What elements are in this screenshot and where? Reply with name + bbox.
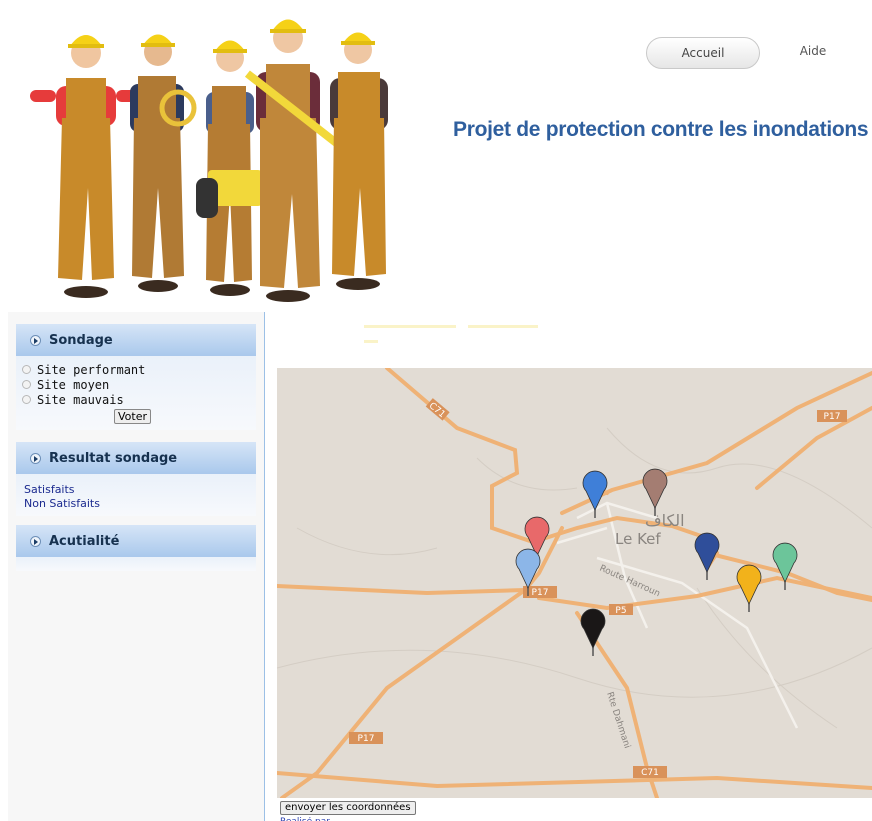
- poll-option: Site moyen: [16, 377, 256, 392]
- workers-illustration: [30, 19, 388, 302]
- road-label: C71: [641, 768, 659, 778]
- poll-body: Site performant Site moyen Site mauvais …: [16, 356, 256, 430]
- worker-figure: [330, 32, 388, 290]
- nav-help-link[interactable]: Aide: [788, 44, 838, 62]
- vote-button[interactable]: Voter: [114, 409, 152, 424]
- news-panel: Acutialité: [16, 525, 256, 571]
- worker-figure: [30, 35, 140, 298]
- road-shield: P5: [609, 604, 633, 616]
- results-panel-header: Resultat sondage: [16, 442, 256, 474]
- poll-radio-mauvais[interactable]: [22, 395, 31, 404]
- results-panel: Resultat sondage Satisfaits Non Satisfai…: [16, 442, 256, 516]
- poll-panel-header: Sondage: [16, 324, 256, 356]
- nav-home-button[interactable]: Accueil: [646, 37, 760, 69]
- poll-panel: Sondage Site performant Site moyen Site …: [16, 324, 256, 430]
- result-item: Non Satisfaits: [16, 496, 256, 510]
- arrow-bullet-icon: [30, 452, 41, 464]
- decorative-line: [468, 325, 538, 328]
- result-item: Satisfaits: [16, 482, 256, 496]
- poll-radio-moyen[interactable]: [22, 380, 31, 389]
- poll-title: Sondage: [49, 332, 113, 348]
- send-coordinates-button[interactable]: envoyer les coordonnées: [280, 801, 416, 815]
- city-label-arabic: الكاف: [645, 511, 685, 530]
- sidebar: Sondage Site performant Site moyen Site …: [8, 312, 265, 821]
- road-shield: P17: [817, 410, 847, 422]
- news-body: [16, 557, 256, 571]
- arrow-bullet-icon: [30, 535, 41, 547]
- road-label: P17: [824, 412, 841, 422]
- road-shield: C71: [633, 766, 667, 778]
- news-title: Acutialité: [49, 533, 120, 549]
- results-title: Resultat sondage: [49, 450, 178, 466]
- road-shield: P17: [349, 732, 383, 744]
- result-label: Satisfaits: [24, 482, 75, 496]
- road-label: P5: [615, 606, 626, 616]
- results-body: Satisfaits Non Satisfaits: [16, 474, 256, 516]
- map-view[interactable]: C71 P17 P17 P5 P17 C71 الكاف Le Kef Rout…: [277, 368, 872, 798]
- road-label: P17: [358, 734, 375, 744]
- worker-figure: [130, 34, 197, 292]
- decorative-line: [364, 325, 456, 328]
- decorative-line: [364, 340, 378, 343]
- poll-option-label: Site moyen: [37, 377, 110, 392]
- news-panel-header: Acutialité: [16, 525, 256, 557]
- poll-option: Site mauvais: [16, 392, 256, 407]
- result-label: Non Satisfaits: [24, 496, 100, 510]
- poll-option-label: Site mauvais: [37, 392, 124, 407]
- poll-option: Site performant: [16, 362, 256, 377]
- city-label: Le Kef: [615, 530, 661, 548]
- footer-link[interactable]: Realisé par: [280, 817, 330, 821]
- page-title: Projet de protection contre les inondati…: [453, 118, 869, 141]
- poll-radio-performant[interactable]: [22, 365, 31, 374]
- poll-option-label: Site performant: [37, 362, 146, 377]
- arrow-bullet-icon: [30, 334, 41, 346]
- road-label: P17: [532, 588, 549, 598]
